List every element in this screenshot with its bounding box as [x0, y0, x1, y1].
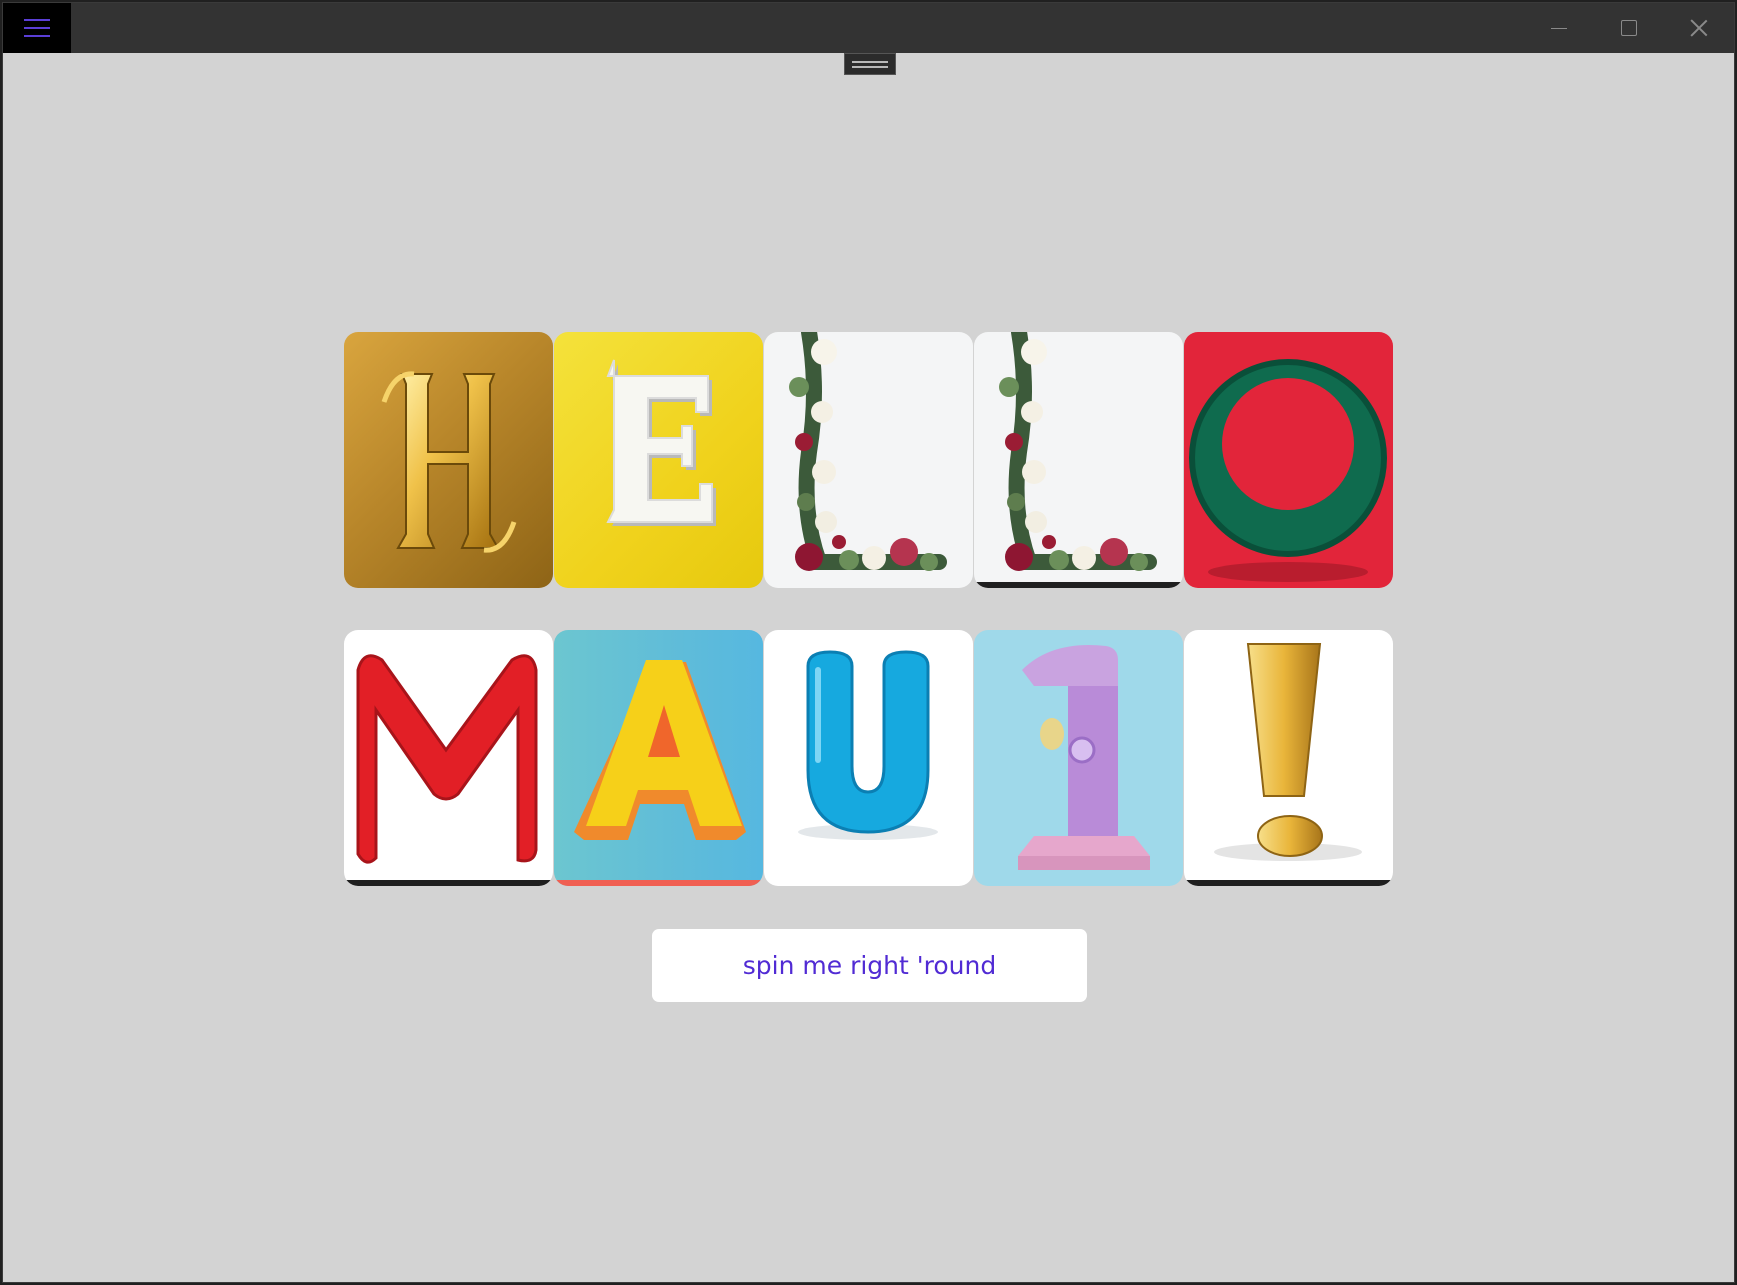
- lavender-number-one-image: [1018, 645, 1150, 870]
- tile-l-2: [974, 332, 1183, 588]
- title-bar: [3, 3, 1734, 53]
- gold-exclamation-image: [1184, 643, 1393, 886]
- tile-m: [344, 630, 553, 886]
- close-button[interactable]: [1664, 3, 1734, 53]
- white-e-letter-image: [606, 359, 716, 526]
- tile-o: [1184, 332, 1393, 588]
- drag-handle[interactable]: [844, 53, 896, 75]
- maximize-button[interactable]: [1594, 3, 1664, 53]
- green-ring-o-image: [1189, 359, 1387, 582]
- hamburger-menu-icon[interactable]: [3, 3, 71, 53]
- letter-row-maui: [344, 630, 1396, 886]
- tile-e: [554, 332, 763, 588]
- tile-h: [344, 332, 553, 588]
- minimize-button[interactable]: [1524, 3, 1594, 53]
- floral-l-letter-image: [789, 332, 947, 571]
- yellow-a-letter-image: [554, 660, 763, 886]
- maximize-icon: [1621, 20, 1637, 36]
- red-clay-m-letter-image: [344, 654, 553, 886]
- spin-button[interactable]: spin me right 'round: [652, 929, 1087, 1002]
- app-window: spin me right 'round: [2, 2, 1735, 1283]
- floral-l-letter-image: [974, 332, 1183, 588]
- tile-l-1: [764, 332, 973, 588]
- close-icon: [1690, 19, 1708, 37]
- letter-grid: [344, 332, 1396, 886]
- tile-exclamation: [1184, 630, 1393, 886]
- tile-u: [764, 630, 973, 886]
- tile-one: [974, 630, 1183, 886]
- blue-balloon-u-letter-image: [798, 650, 938, 840]
- golden-h-letter-image: [381, 371, 517, 553]
- letter-row-hello: [344, 332, 1396, 588]
- minimize-icon: [1551, 27, 1567, 29]
- tile-a: [554, 630, 763, 886]
